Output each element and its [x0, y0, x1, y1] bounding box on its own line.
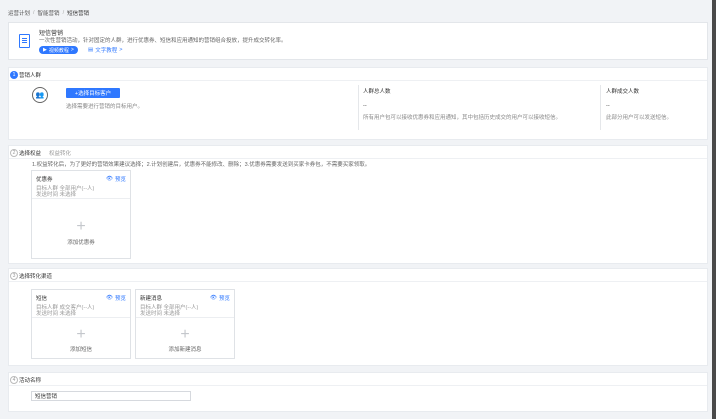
- sms-send-time: 发送时间 未选择: [36, 311, 77, 317]
- text-tutorial-label: 文字教程: [95, 48, 118, 54]
- activity-name-input[interactable]: 短信营销: [31, 391, 191, 401]
- message-channel-card: 新建消息 👁 预览 目标人群 全部用户(--人) 发送时间 未选择 + 添加新建…: [135, 289, 235, 359]
- app-window: 运营计划 / 智能营销 / 短信营销 短信营销 一次性营销活动，针对固定的人群，…: [0, 0, 712, 419]
- eye-icon: 👁: [106, 295, 113, 301]
- step-number-3: 3: [10, 272, 18, 280]
- video-tutorial-button[interactable]: ▶ 视频教程 >: [39, 46, 78, 54]
- breadcrumb-item-plan[interactable]: 运营计划: [8, 9, 30, 17]
- step-number-1: 1: [10, 71, 18, 79]
- coupon-send-time: 发送时间 未选择: [36, 192, 77, 198]
- document-icon: [19, 34, 30, 48]
- sms-preview-button[interactable]: 👁 预览: [106, 294, 126, 302]
- plus-icon[interactable]: +: [180, 327, 189, 343]
- select-target-customers-button[interactable]: +选择目标客户: [66, 88, 120, 98]
- tab-benefit-conversion[interactable]: 权益转化: [49, 149, 71, 157]
- message-preview-label: 预览: [218, 296, 230, 302]
- coupon-preview-button[interactable]: 👁 预览: [106, 175, 126, 183]
- step-title-audience: 营销人群: [19, 73, 42, 79]
- video-tutorial-label: 视频教程: [48, 47, 69, 54]
- converted-audience-desc: 此部分用户可以发送短信。: [606, 115, 673, 121]
- step-number-2: 2: [10, 149, 18, 157]
- intro-banner: 短信营销 一次性营销活动，针对固定的人群，进行优惠券、短信和应用通知的营销组合投…: [8, 22, 708, 60]
- message-preview-button[interactable]: 👁 预览: [210, 294, 230, 302]
- converted-audience-label: 人群成交人数: [606, 89, 640, 95]
- step-title-activity-name: 活动名称: [19, 378, 42, 384]
- add-message-button[interactable]: 添加新建消息: [136, 345, 234, 353]
- benefits-note: 1.权益转化后，为了更好的营销效果建议选择；2.计划创建后，优惠券不能修改、删除…: [32, 162, 371, 168]
- total-audience-desc: 所有用户包可以接收优惠券和应用通知，其中包括历史成交的用户可以接收短信。: [363, 115, 562, 121]
- users-icon: 👥: [32, 87, 48, 103]
- message-send-time: 发送时间 未选择: [140, 311, 181, 317]
- converted-audience-column: 人群成交人数 -- 此部分用户可以发送短信。: [606, 87, 706, 121]
- plus-icon[interactable]: +: [76, 219, 85, 235]
- sms-channel-card: 短信 👁 预览 目标人群 成交客户(--人) 发送时间 未选择 + 添加短信: [31, 289, 131, 359]
- sms-preview-label: 预览: [114, 296, 126, 302]
- scrollbar[interactable]: [712, 0, 716, 419]
- breadcrumb-item-smart[interactable]: 智能营销: [38, 9, 60, 17]
- add-sms-button[interactable]: 添加短信: [32, 345, 130, 353]
- total-audience-column: 人群总人数 -- 所有用户包可以接收优惠券和应用通知，其中包括历史成交的用户可以…: [363, 87, 593, 121]
- tab-select-benefits[interactable]: 选择权益: [19, 149, 41, 157]
- total-audience-label: 人群总人数: [363, 89, 391, 95]
- coupon-card: 优惠券 👁 预览 目标人群 全部用户(--人) 发送时间 未选择 + 添加优惠券: [31, 170, 131, 259]
- coupon-preview-label: 预览: [114, 177, 126, 183]
- banner-description: 一次性营销活动，针对固定的人群，进行优惠券、短信和应用通知的营销组合投放，提升成…: [39, 38, 287, 44]
- step-number-4: 4: [10, 376, 18, 384]
- chevron-right-icon: >: [70, 47, 74, 53]
- message-card-title: 新建消息: [140, 296, 163, 302]
- select-audience-hint: 选择需要进行营销的目标用户。: [66, 104, 144, 110]
- converted-audience-value: --: [606, 103, 610, 109]
- eye-icon: 👁: [106, 176, 113, 182]
- total-audience-value: --: [363, 103, 367, 109]
- coupon-card-title: 优惠券: [36, 177, 53, 183]
- book-icon: ▤: [88, 47, 94, 53]
- plus-icon[interactable]: +: [76, 327, 85, 343]
- play-icon: ▶: [43, 47, 47, 53]
- text-tutorial-link[interactable]: ▤ 文字教程 >: [88, 46, 122, 54]
- breadcrumb-item-current: 短信营销: [67, 11, 90, 17]
- add-coupon-button[interactable]: 添加优惠券: [32, 238, 130, 246]
- chevron-right-icon: >: [119, 47, 123, 53]
- eye-icon: 👁: [210, 295, 217, 301]
- sms-card-title: 短信: [36, 296, 48, 302]
- breadcrumb: 运营计划 / 智能营销 / 短信营销: [8, 9, 90, 17]
- step-title-channels: 选择转化渠道: [19, 274, 53, 280]
